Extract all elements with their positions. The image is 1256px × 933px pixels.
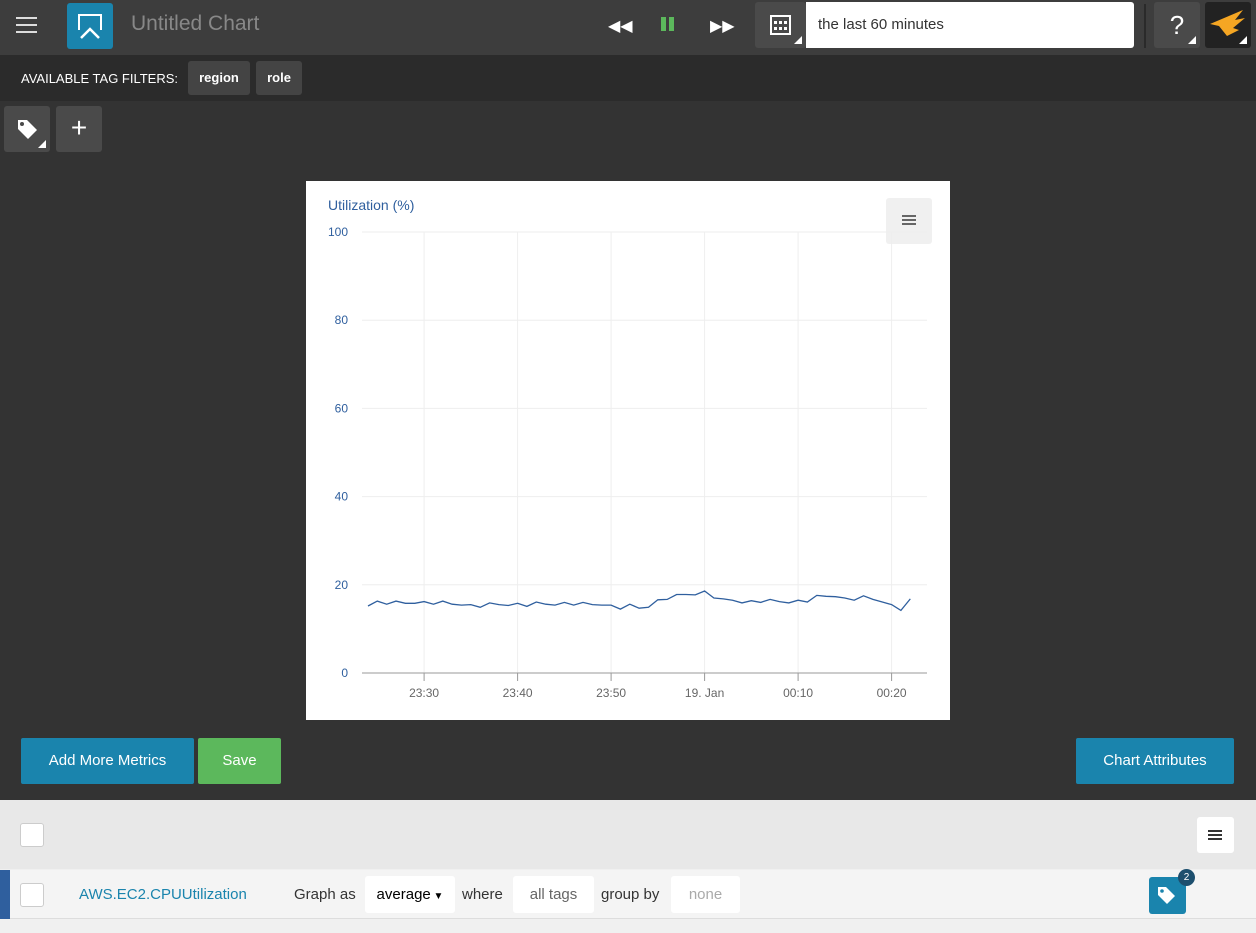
add-button[interactable]: + (56, 106, 102, 152)
chart-logo-icon[interactable] (67, 3, 113, 49)
save-button[interactable]: Save (198, 738, 281, 784)
x-tick-label: 23:30 (409, 686, 439, 700)
divider (1144, 4, 1146, 48)
group-by-input[interactable]: none (671, 876, 740, 913)
add-more-metrics-button[interactable]: Add More Metrics (21, 738, 194, 784)
metrics-header (0, 800, 1256, 869)
series-line (367, 590, 911, 612)
caret-down-icon: ▼ (430, 891, 444, 902)
metrics-menu-button[interactable] (1197, 817, 1234, 853)
help-button[interactable]: ? (1154, 2, 1200, 48)
metric-name-link[interactable]: AWS.EC2.CPUUtilization (79, 876, 247, 913)
select-all-checkbox[interactable] (20, 823, 44, 847)
x-tick-label: 00:10 (783, 686, 813, 700)
fast-forward-icon[interactable]: ▶▶ (710, 16, 735, 36)
y-tick-label: 100 (328, 225, 348, 239)
group-by-label: group by (601, 886, 660, 903)
y-tick-label: 20 (335, 578, 349, 592)
tag-filter-region[interactable]: region (188, 61, 250, 95)
y-tick-label: 60 (335, 401, 349, 415)
metric-tags-button[interactable]: 2 (1149, 869, 1195, 914)
chart-attributes-button[interactable]: Chart Attributes (1076, 738, 1234, 784)
aggregation-select[interactable]: average ▼ (365, 876, 455, 913)
metric-checkbox[interactable] (20, 883, 44, 907)
tag-count-badge: 2 (1178, 869, 1195, 886)
x-tick-label: 23:40 (503, 686, 533, 700)
where-label: where (462, 886, 503, 903)
menu-icon[interactable] (16, 17, 37, 35)
graph-as-label: Graph as (294, 886, 356, 903)
brand-logo[interactable] (1205, 2, 1251, 48)
calendar-button[interactable] (755, 2, 806, 48)
pause-icon[interactable] (661, 17, 675, 31)
help-label: ? (1169, 10, 1185, 40)
chart-title: Utilization (%) (328, 197, 414, 213)
where-input[interactable]: all tags (513, 876, 594, 913)
tag-button[interactable] (4, 106, 50, 152)
y-tick-label: 0 (341, 666, 348, 680)
chart-title[interactable]: Untitled Chart (131, 12, 259, 36)
metric-color-bar (0, 870, 10, 919)
y-tick-label: 40 (335, 490, 349, 504)
x-tick-label: 00:20 (877, 686, 907, 700)
x-tick-label: 23:50 (596, 686, 626, 700)
rewind-icon[interactable]: ◀◀ (608, 16, 633, 36)
aggregation-value: average (376, 886, 431, 903)
chart-panel: Utilization (%) 0 20 40 60 80 100 23:30 23:40 23:… (306, 181, 950, 720)
tag-filters-label: AVAILABLE TAG FILTERS: (21, 71, 179, 86)
line-chart: Utilization (%) 0 20 40 60 80 100 23:30 23:40 23:… (328, 197, 927, 700)
tag-filter-role[interactable]: role (256, 61, 302, 95)
y-tick-label: 80 (335, 313, 349, 327)
time-range-input[interactable]: the last 60 minutes (806, 2, 1134, 48)
x-tick-label: 19. Jan (685, 686, 724, 700)
